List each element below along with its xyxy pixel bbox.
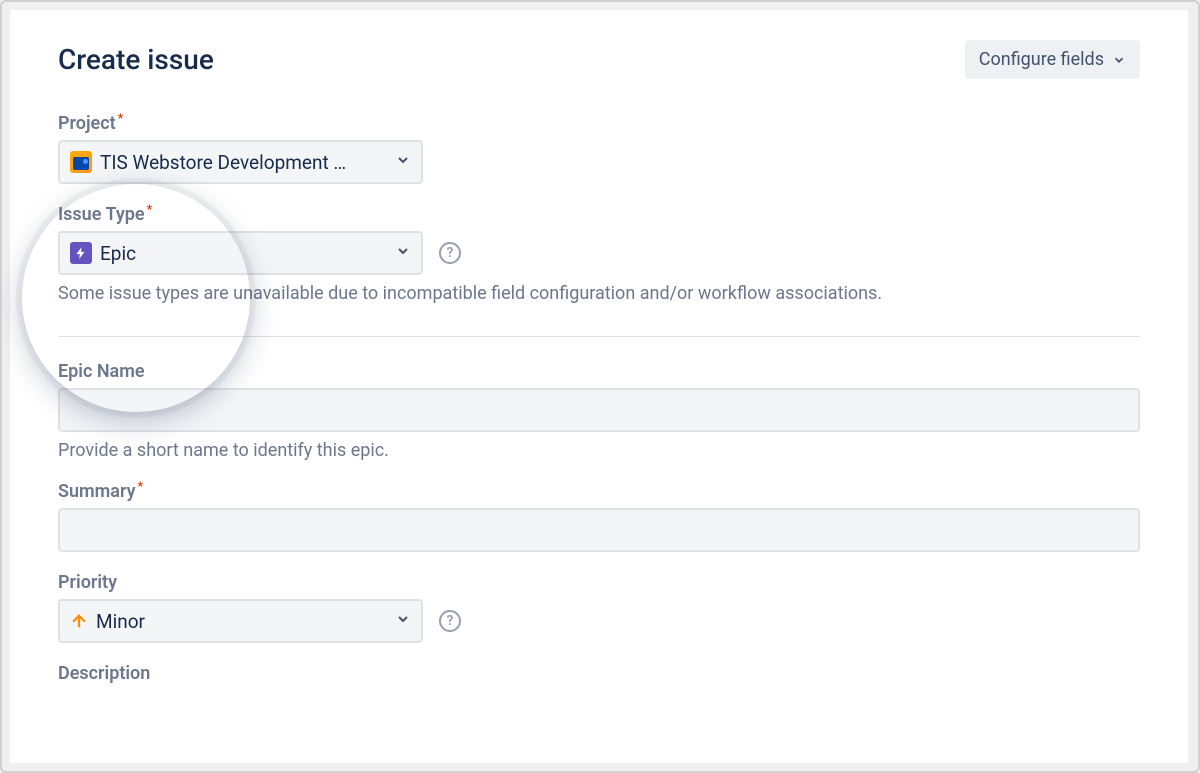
- required-icon: *: [118, 111, 123, 125]
- label-issue-type: Issue Type*: [58, 204, 1140, 225]
- label-epic-name: Epic Name: [58, 361, 1140, 382]
- help-icon[interactable]: ?: [439, 242, 461, 264]
- help-icon[interactable]: ?: [439, 610, 461, 632]
- epic-icon: [70, 242, 92, 264]
- label-description: Description: [58, 663, 1140, 684]
- issue-type-select[interactable]: Epic: [58, 231, 423, 275]
- divider: [58, 336, 1140, 337]
- project-select[interactable]: TIS Webstore Development …: [58, 140, 423, 184]
- create-issue-dialog: Create issue Configure fields Project* T…: [10, 10, 1188, 763]
- chevron-down-icon: [395, 243, 411, 263]
- field-project: Project* TIS Webstore Development …: [58, 113, 1140, 184]
- issue-type-select-value: Epic: [100, 242, 395, 265]
- project-select-value: TIS Webstore Development …: [100, 151, 395, 174]
- field-priority: Priority Minor ?: [58, 572, 1140, 643]
- summary-input[interactable]: [58, 508, 1140, 552]
- dialog-header: Create issue Configure fields: [58, 40, 1140, 79]
- epic-name-input[interactable]: [58, 388, 1140, 432]
- required-icon: *: [147, 202, 152, 216]
- field-description: Description: [58, 663, 1140, 684]
- project-avatar-icon: [70, 151, 92, 173]
- epic-name-helper: Provide a short name to identify this ep…: [58, 440, 1140, 461]
- label-summary: Summary*: [58, 481, 1140, 502]
- label-project: Project*: [58, 113, 1140, 134]
- dialog-title: Create issue: [58, 43, 214, 76]
- priority-select-value: Minor: [96, 610, 395, 633]
- field-summary: Summary*: [58, 481, 1140, 552]
- configure-fields-label: Configure fields: [979, 49, 1104, 70]
- priority-minor-icon: [70, 612, 88, 630]
- required-icon: *: [138, 479, 143, 493]
- chevron-down-icon: [395, 152, 411, 172]
- chevron-down-icon: [395, 611, 411, 631]
- configure-fields-button[interactable]: Configure fields: [965, 40, 1140, 79]
- field-issue-type: Issue Type* Epic ? Some issue types are …: [58, 204, 1140, 304]
- issue-type-helper: Some issue types are unavailable due to …: [58, 283, 1140, 304]
- priority-select[interactable]: Minor: [58, 599, 423, 643]
- label-priority: Priority: [58, 572, 1140, 593]
- chevron-down-icon: [1112, 53, 1126, 67]
- field-epic-name: Epic Name Provide a short name to identi…: [58, 361, 1140, 461]
